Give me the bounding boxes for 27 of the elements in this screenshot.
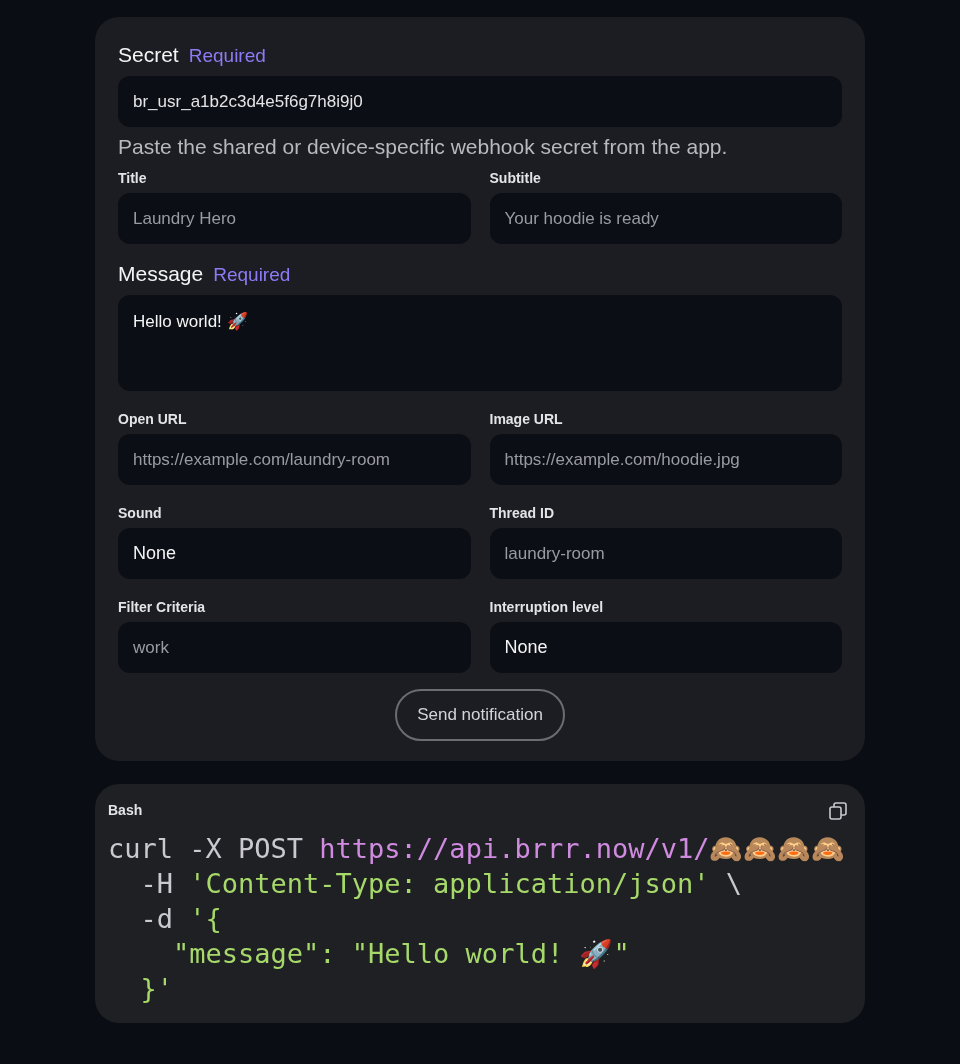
text-field[interactable]: laundry-room xyxy=(489,528,842,579)
field-label: Subtitle xyxy=(489,169,542,188)
help-text: Paste the shared or device-specific webhook secret from the app. xyxy=(118,134,729,160)
text-field[interactable]: Laundry Hero xyxy=(118,193,471,244)
text-field[interactable]: https://example.com/laundry-room xyxy=(118,434,471,485)
code-language: Bash xyxy=(108,801,143,820)
field-label: Sound xyxy=(118,504,163,523)
section-label: Message xyxy=(118,261,204,287)
field-label: Title xyxy=(118,169,148,188)
field-label: Open URL xyxy=(118,410,188,429)
select-field[interactable]: None xyxy=(118,528,471,579)
field-label: Filter Criteria xyxy=(118,598,207,617)
send-notification-button[interactable]: Send notification xyxy=(395,689,565,741)
text-field[interactable]: Your hoodie is ready xyxy=(489,193,842,244)
field-label: Thread ID xyxy=(489,504,556,523)
required-label: Required xyxy=(213,263,291,287)
field-label: Image URL xyxy=(489,410,564,429)
required-label: Required xyxy=(188,44,266,68)
copy-icon[interactable] xyxy=(829,801,847,820)
select-field[interactable]: None xyxy=(489,622,842,673)
code-snippet: curl -X POST https://api.brrr.now/v1/🙈🙈🙈🙈 -H 'Content-Type: application/json' \ -d '{ "message": "Hello world! 🚀" }' xyxy=(108,832,847,1006)
text-field[interactable]: https://example.com/hoodie.jpg xyxy=(489,434,842,485)
field-label: Interruption level xyxy=(489,598,605,617)
text-field[interactable]: work xyxy=(118,622,471,673)
section-label: Secret xyxy=(118,42,179,68)
secret-field[interactable]: br_usr_a1b2c3d4e5f6g7h8i9j0 xyxy=(118,76,842,127)
message-field[interactable]: Hello world! 🚀 xyxy=(118,295,842,391)
